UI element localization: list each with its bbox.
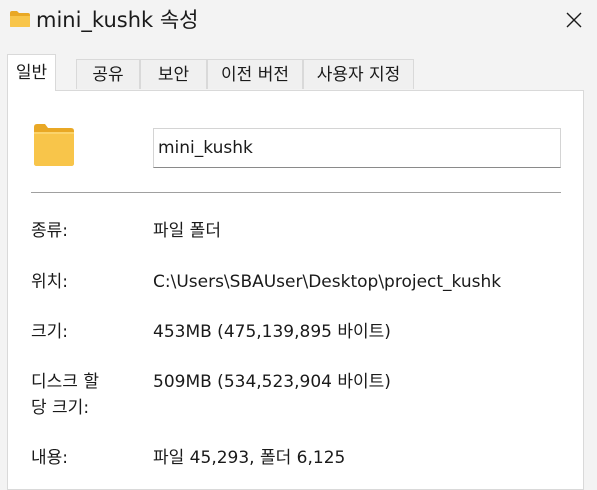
tab-bar: 일반 공유 보안 이전 버전 사용자 지정 [7,54,587,91]
size-label: 크기: [31,322,69,342]
type-value: 파일 폴더 [153,221,221,241]
contents-value: 파일 45,293, 폴더 6,125 [153,448,346,468]
divider [31,192,561,193]
tab-customize[interactable]: 사용자 지정 [303,59,414,89]
close-button[interactable] [551,0,597,40]
tab-security[interactable]: 보안 [140,59,207,89]
tab-general[interactable]: 일반 [7,54,56,91]
size-on-disk-label-line1: 디스크 할 [31,372,99,392]
folder-name-field[interactable]: mini_kushk [153,128,561,168]
size-value: 453MB (475,139,895 바이트) [153,322,391,342]
title-bar: mini_kushk 속성 [0,0,597,44]
close-icon [566,12,582,28]
size-on-disk-label-line2: 당 크기: [31,398,90,418]
general-panel: mini_kushk 종류: 파일 폴더 위치: C:\Users\SBAUse… [7,90,584,490]
location-value: C:\Users\SBAUser\Desktop\project_kushk [153,272,502,292]
folder-icon [34,123,74,167]
size-on-disk-value: 509MB (534,523,904 바이트) [153,372,391,392]
window-title: mini_kushk 속성 [36,8,199,32]
location-label: 위치: [31,272,69,292]
type-label: 종류: [31,221,69,241]
tab-previous-versions[interactable]: 이전 버전 [207,59,303,89]
folder-icon [9,10,31,28]
tab-sharing[interactable]: 공유 [76,59,140,89]
contents-label: 내용: [31,448,69,468]
